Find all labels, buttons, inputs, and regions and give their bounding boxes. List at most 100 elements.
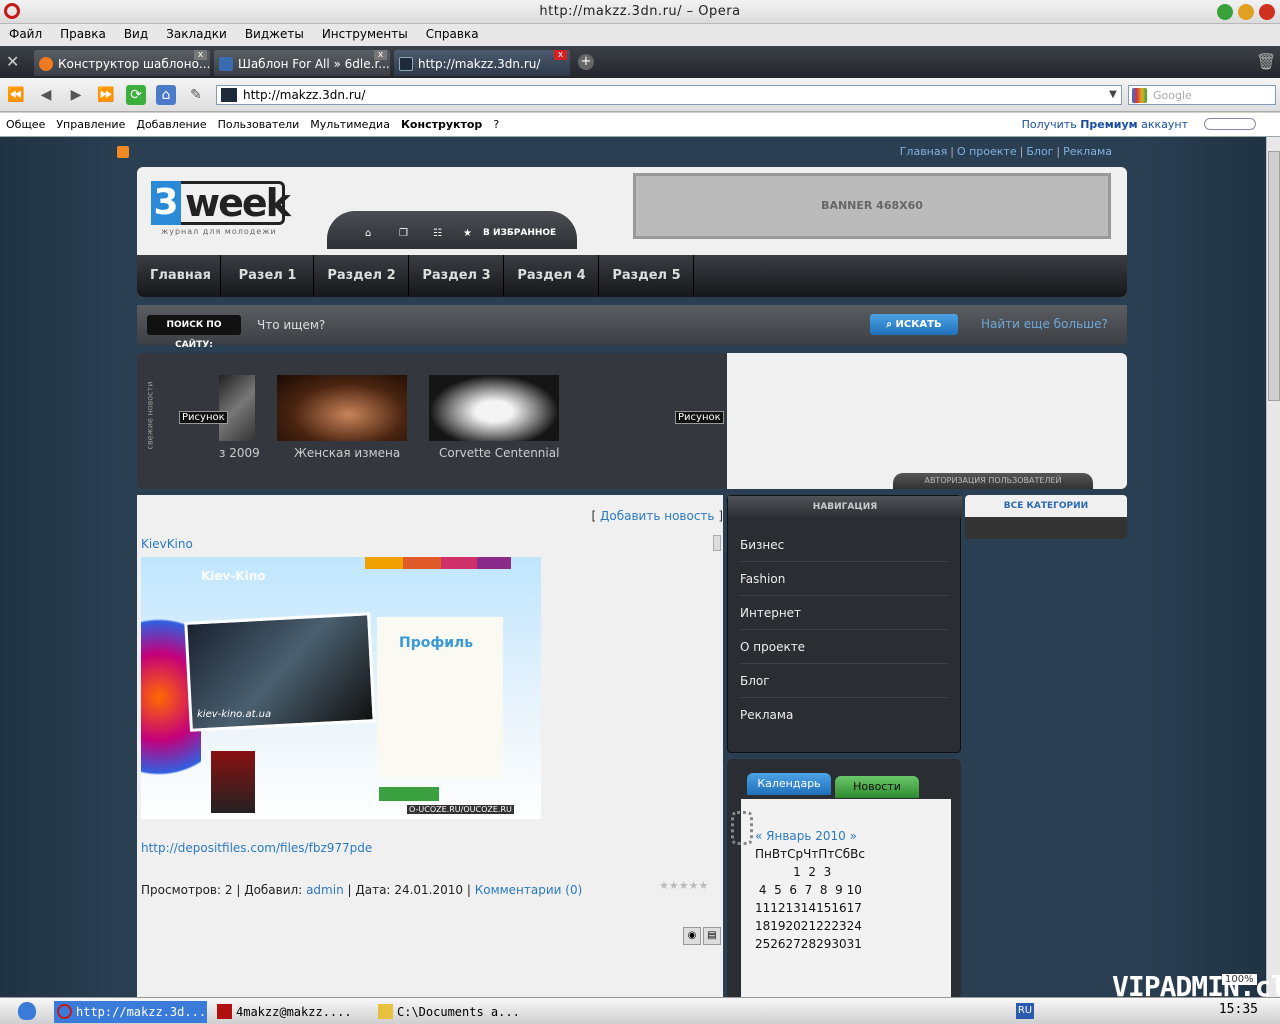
nav-item-blog[interactable]: Блог	[740, 664, 948, 698]
nav-item-ads[interactable]: Реклама	[740, 698, 948, 732]
close-tab-icon[interactable]: x	[194, 50, 207, 60]
close-tab-icon[interactable]: x	[374, 50, 387, 60]
view-icon[interactable]: ◉	[683, 927, 701, 945]
rss-icon[interactable]	[117, 146, 129, 158]
home-small-icon[interactable]: ⌂	[365, 228, 371, 239]
toplink-ads[interactable]: Реклама	[1063, 145, 1112, 158]
language-indicator[interactable]: RU	[1016, 1003, 1034, 1019]
star-icon[interactable]: ★	[463, 228, 472, 239]
ucoz-item-constructor[interactable]: Конструктор	[395, 113, 487, 131]
address-toolbar: ⏪ ◀ ▶ ⏩ ⟳ ⌂ ✎ http://makzz.3dn.ru/ ▼ Goo…	[0, 78, 1280, 112]
sitemap-icon[interactable]: ☷	[433, 228, 442, 239]
ucoz-item-multimedia[interactable]: Мультимедиа	[304, 113, 395, 131]
nav-section-3[interactable]: Раздел 3	[410, 255, 504, 297]
tab-constructor[interactable]: Конструктор шаблоно... x	[34, 50, 210, 76]
address-dropdown-icon[interactable]: ▼	[1105, 86, 1121, 104]
ucoz-panel: Общее Управление Добавление Пользователи Мул…	[0, 113, 1280, 137]
search-button[interactable]: ⌕ ИСКАТЬ	[870, 314, 958, 335]
categories-title[interactable]: ВСЕ КАТЕГОРИИ	[965, 495, 1127, 517]
maximize-button[interactable]	[1238, 4, 1254, 20]
close-window-button[interactable]	[1259, 4, 1275, 20]
address-input[interactable]: http://makzz.3dn.ru/	[216, 85, 1122, 105]
task-opera[interactable]: http://makzz.3d...	[54, 1001, 207, 1023]
ucoz-item-manage[interactable]: Управление	[50, 113, 130, 131]
post-title[interactable]: KievKino	[141, 537, 193, 551]
close-tab-icon[interactable]: x	[554, 50, 567, 60]
comments-link[interactable]: Комментарии (0)	[475, 883, 583, 897]
trash-icon[interactable]: 🗑	[1256, 52, 1276, 72]
banner-placeholder[interactable]: BANNER 468X60	[633, 173, 1111, 239]
nav-item-fashion[interactable]: Fashion	[740, 562, 948, 596]
menu-edit[interactable]: Правка	[51, 24, 115, 41]
news-thumb[interactable]	[219, 375, 255, 441]
tab-shablon[interactable]: Шаблон For All » 6dle.r... x	[214, 50, 390, 76]
slider-prev-button[interactable]: Рисунок	[179, 411, 228, 424]
tab-news[interactable]: Новости	[835, 776, 919, 798]
nav-home[interactable]: Главная	[141, 255, 221, 297]
download-link[interactable]: http://depositfiles.com/files/fbz977pde	[141, 841, 372, 855]
news-thumb[interactable]	[429, 375, 559, 441]
toplink-home[interactable]: Главная	[900, 145, 948, 158]
menu-bookmarks[interactable]: Закладки	[157, 24, 236, 41]
task-explorer[interactable]: C:\Documents a...	[375, 1001, 531, 1023]
toplink-blog[interactable]: Блог	[1026, 145, 1053, 158]
nav-item-business[interactable]: Бизнес	[740, 528, 948, 562]
panel-slider[interactable]	[1204, 118, 1256, 130]
post-image[interactable]: Kiev-Kino kiev-kino.at.ua Профиль O-UCOZ…	[141, 557, 541, 819]
menu-file[interactable]: Файл	[0, 24, 51, 41]
menu-widgets[interactable]: Виджеты	[236, 24, 313, 41]
ucoz-item-users[interactable]: Пользователи	[212, 113, 305, 131]
ucoz-item-general[interactable]: Общее	[0, 113, 50, 131]
panel-toggle-icon[interactable]: ✕	[6, 52, 28, 72]
scrollbar-thumb[interactable]	[1268, 151, 1280, 401]
author-link[interactable]: admin	[306, 883, 344, 897]
print-icon[interactable]: ▤	[703, 927, 721, 945]
site-logo[interactable]: 3 week журнал для молодежи	[151, 181, 291, 239]
search-engine-input[interactable]: Google	[1128, 85, 1276, 105]
slider-next-button[interactable]: Рисунок	[675, 411, 724, 424]
nav-item-about[interactable]: О проекте	[740, 630, 948, 664]
calendar-month[interactable]: « Январь 2010 »	[755, 829, 857, 843]
toplink-about[interactable]: О проекте	[957, 145, 1017, 158]
reload-icon[interactable]: ⟳	[126, 85, 146, 105]
site-search-input[interactable]: Что ищем?	[249, 315, 869, 335]
nav-section-1[interactable]: Разел 1	[222, 255, 314, 297]
menu-help[interactable]: Справка	[417, 24, 488, 41]
advanced-search-link[interactable]: Найти еще больше?	[981, 317, 1108, 331]
zoom-level[interactable]: 100%	[1222, 974, 1257, 985]
back-icon[interactable]: ◀	[36, 85, 56, 105]
premium-link[interactable]: Получить Премиум аккаунт	[1022, 114, 1188, 131]
preview-profile-title: Профиль	[399, 635, 474, 651]
nav-section-5[interactable]: Раздел 5	[600, 255, 694, 297]
favorite-link[interactable]: В ИЗБРАННОЕ	[483, 228, 556, 238]
news-thumb[interactable]	[277, 375, 407, 441]
minimize-button[interactable]	[1217, 4, 1233, 20]
fast-forward-icon[interactable]: ⏩	[96, 85, 116, 105]
task-filezilla[interactable]: 4makzz@makzz....	[214, 1001, 370, 1023]
nav-item-internet[interactable]: Интернет	[740, 596, 948, 630]
ucoz-item-add[interactable]: Добавление	[130, 113, 211, 131]
new-tab-icon[interactable]: +	[578, 54, 594, 70]
add-news-link[interactable]: Добавить новость	[600, 509, 714, 523]
news-caption[interactable]: з 2009	[219, 446, 260, 460]
tab-calendar[interactable]: Календарь	[747, 773, 831, 795]
rewind-icon[interactable]: ⏪	[6, 85, 26, 105]
ucoz-item-help[interactable]: ?	[487, 113, 504, 131]
menu-view[interactable]: Вид	[115, 24, 157, 41]
nav-section-2[interactable]: Раздел 2	[315, 255, 409, 297]
start-apple-icon[interactable]	[18, 1002, 36, 1020]
auth-tab[interactable]: АВТОРИЗАЦИЯ ПОЛЬЗОВАТЕЛЕЙ	[893, 473, 1093, 489]
post-edit-icon[interactable]	[713, 535, 721, 551]
nav-section-4[interactable]: Раздел 4	[505, 255, 599, 297]
folder-icon	[378, 1004, 393, 1019]
rating-stars[interactable]: ★★★★★	[659, 879, 708, 892]
news-caption[interactable]: Женская измена	[294, 446, 400, 460]
home-icon[interactable]: ⌂	[156, 85, 176, 105]
menu-tools[interactable]: Инструменты	[313, 24, 417, 41]
news-caption[interactable]: Corvette Centennial	[439, 446, 559, 460]
tab-makzz[interactable]: http://makzz.3dn.ru/ x	[394, 50, 570, 76]
window-small-icon[interactable]: ❐	[399, 228, 408, 239]
wand-icon[interactable]: ✎	[186, 85, 206, 105]
page-scrollbar[interactable]	[1266, 137, 1280, 997]
forward-icon[interactable]: ▶	[66, 85, 86, 105]
